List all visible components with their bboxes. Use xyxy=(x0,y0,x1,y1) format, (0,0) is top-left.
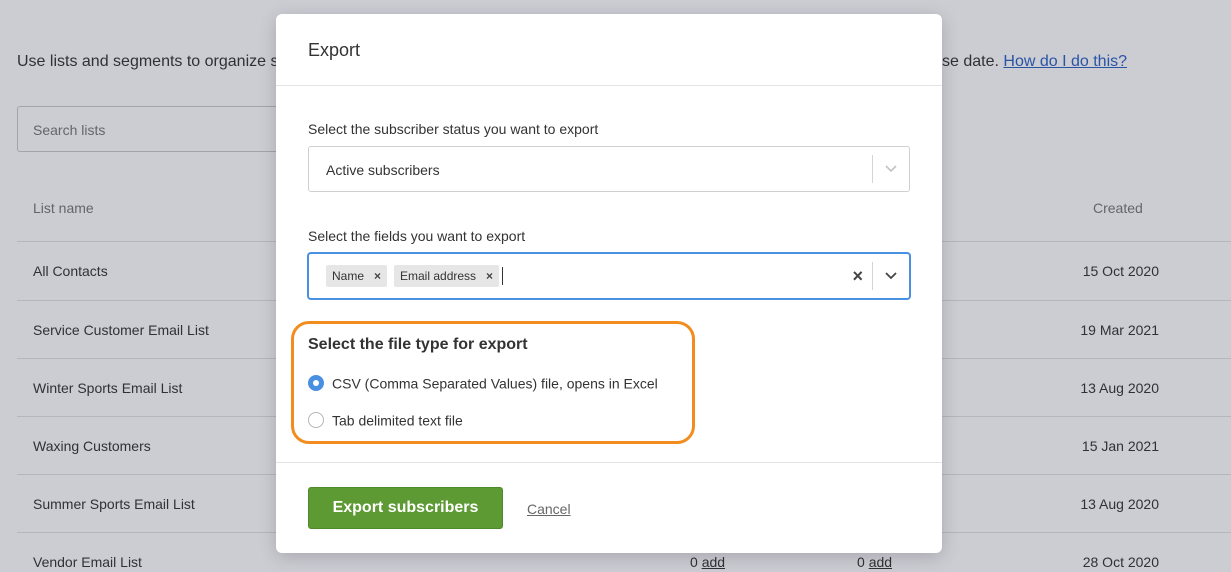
export-subscribers-button[interactable]: Export subscribers xyxy=(308,487,503,529)
status-select-value: Active subscribers xyxy=(326,162,440,178)
radio-csv[interactable]: CSV (Comma Separated Values) file, opens… xyxy=(308,374,658,392)
select-separator xyxy=(872,262,873,290)
radio-label[interactable]: CSV (Comma Separated Values) file, opens… xyxy=(332,375,658,391)
radio-unselected-icon[interactable] xyxy=(308,412,324,429)
dialog-title: Export xyxy=(308,40,361,60)
chevron-down-icon[interactable] xyxy=(883,160,899,176)
radio-selected-icon[interactable] xyxy=(308,375,324,392)
file-type-title: Select the file type for export xyxy=(308,336,528,353)
text-cursor xyxy=(502,267,503,285)
export-dialog: Export Select the subscriber status you … xyxy=(276,14,942,553)
status-select[interactable]: Active subscribers xyxy=(308,146,910,192)
cancel-link[interactable]: Cancel xyxy=(527,501,571,517)
field-chip-email: Email address × xyxy=(394,265,500,287)
dialog-header: Export xyxy=(276,14,942,86)
chevron-down-icon[interactable] xyxy=(883,267,899,283)
select-separator xyxy=(872,155,873,183)
remove-chip-icon[interactable]: × xyxy=(374,269,381,283)
remove-chip-icon[interactable]: × xyxy=(486,269,493,283)
clear-all-icon[interactable]: × xyxy=(852,266,863,287)
radio-tab-delimited[interactable]: Tab delimited text file xyxy=(308,411,463,429)
fields-multiselect[interactable]: Name × Email address × × xyxy=(308,253,910,299)
radio-label[interactable]: Tab delimited text file xyxy=(332,412,463,428)
fields-label: Select the fields you want to export xyxy=(308,228,526,244)
field-chip-label: Email address xyxy=(400,269,477,283)
dialog-footer-divider xyxy=(276,462,942,463)
status-label: Select the subscriber status you want to… xyxy=(308,121,599,137)
field-chip-label: Name xyxy=(332,269,365,283)
field-chip-name: Name × xyxy=(326,265,388,287)
